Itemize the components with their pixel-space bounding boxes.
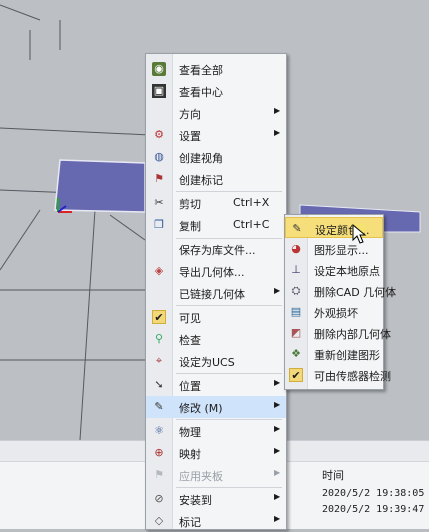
submenu-item-recreate-graphics[interactable]: ❖ 重新创建图形: [285, 343, 383, 364]
tag-icon: ⚑: [154, 172, 164, 185]
submenu-item-appearance-damage[interactable]: ▤ 外观损坏: [285, 301, 383, 322]
inspect-icon: ⚲: [154, 332, 164, 345]
mapping-icon: ⊕: [154, 446, 164, 459]
brush-icon: ✎: [292, 222, 302, 235]
pencil-icon: ✎: [152, 400, 166, 414]
menu-item-visible[interactable]: ✔ 可见: [146, 306, 286, 328]
eye-icon: ◍: [154, 150, 164, 163]
submenu-item-delete-internal[interactable]: ◩ 删除内部几何体: [285, 322, 391, 343]
menu-item-direction[interactable]: 方向 ▶: [146, 102, 286, 124]
submenu-arrow-icon: ▶: [274, 492, 281, 501]
delete-internal-icon: ◩: [290, 326, 302, 339]
damage-icon: ▤: [290, 305, 302, 318]
view-center-icon: ▣: [152, 84, 166, 98]
check-icon: ✔: [152, 310, 166, 324]
submenu-arrow-icon: ▶: [274, 400, 281, 409]
view-all-icon: ◉: [152, 62, 166, 76]
submenu-arrow-icon: ▶: [274, 424, 281, 433]
origin-icon: ⊥: [291, 263, 301, 276]
menu-item-create-view[interactable]: ◍ 创建视角: [146, 146, 286, 168]
menu-item-create-tag[interactable]: ⚑ 创建标记: [146, 168, 286, 190]
submenu-arrow-icon: ▶: [274, 468, 281, 477]
menu-item-export-geometry[interactable]: ◈ 导出几何体...: [146, 260, 286, 282]
menu-item-mapping[interactable]: ⊕ 映射 ▶: [146, 442, 286, 464]
menu-item-inspect[interactable]: ⚲ 检查: [146, 328, 286, 350]
menu-item-apply-gripper[interactable]: ⚑ 应用夹板 ▶: [146, 464, 286, 486]
submenu-arrow-icon: ▶: [274, 286, 281, 295]
menu-item-physics[interactable]: ⚛ 物理 ▶: [146, 420, 286, 442]
export-icon: ◈: [154, 264, 164, 277]
submenu-arrow-icon: ▶: [274, 128, 281, 137]
submenu-arrow-icon: ▶: [274, 106, 281, 115]
check-icon: ✔: [289, 368, 303, 382]
submenu-item-delete-cad[interactable]: ⛭ 删除CAD 几何体: [285, 280, 397, 301]
display-icon: ◕: [291, 242, 301, 255]
menu-item-label[interactable]: ◇ 标记 ▶: [146, 510, 286, 532]
timestamp: 2020/5/2 19:38:05: [322, 488, 425, 499]
menu-item-modify[interactable]: ✎ 修改 (M) ▶: [146, 396, 286, 418]
menu-item-copy[interactable]: ❐ 复制 Ctrl+C: [146, 214, 286, 236]
selected-object[interactable]: [54, 159, 146, 213]
submenu-arrow-icon: ▶: [274, 446, 281, 455]
copy-icon: ❐: [154, 218, 164, 231]
ucs-icon: ⌖: [155, 354, 163, 367]
arrow-icon: ➘: [154, 378, 164, 391]
column-header-time: 时间: [322, 469, 344, 482]
submenu-arrow-icon: ▶: [274, 514, 281, 523]
menu-item-save-library[interactable]: 保存为库文件...: [146, 238, 286, 260]
menu-item-position[interactable]: ➘ 位置 ▶: [146, 374, 286, 396]
mouse-cursor: [352, 224, 367, 244]
menu-item-cut[interactable]: ✂ 剪切 Ctrl+X: [146, 192, 286, 214]
submenu-item-set-local-origin[interactable]: ⊥ 设定本地原点: [285, 259, 383, 280]
context-menu: ◉ 查看全部 ▣ 查看中心 方向 ▶ ⚙ 设置 ▶ ◍ 创建视角 ⚑ 创建标记 …: [145, 53, 287, 530]
submenu-item-sensor-detectable[interactable]: ✔ 可由传感器检测: [285, 364, 391, 385]
submenu-arrow-icon: ▶: [274, 378, 281, 387]
mount-icon: ⊘: [154, 492, 164, 505]
menu-item-view-all[interactable]: ◉ 查看全部: [146, 58, 286, 80]
label-icon: ◇: [154, 514, 164, 527]
menu-item-settings[interactable]: ⚙ 设置 ▶: [146, 124, 286, 146]
scissors-icon: ✂: [154, 196, 164, 209]
recreate-icon: ❖: [291, 347, 301, 360]
menu-item-view-center[interactable]: ▣ 查看中心: [146, 80, 286, 102]
physics-icon: ⚛: [154, 424, 164, 437]
settings-icon: ⚙: [154, 128, 164, 141]
flag-icon: ⚑: [154, 468, 164, 481]
menu-item-set-ucs[interactable]: ⌖ 设定为UCS: [146, 350, 286, 372]
menu-item-mount-to[interactable]: ⊘ 安装到 ▶: [146, 488, 286, 510]
timestamp: 2020/5/2 19:39:47: [322, 504, 425, 515]
menu-item-linked-geometry[interactable]: 已链接几何体 ▶: [146, 282, 286, 304]
delete-cad-icon: ⛭: [291, 284, 301, 297]
